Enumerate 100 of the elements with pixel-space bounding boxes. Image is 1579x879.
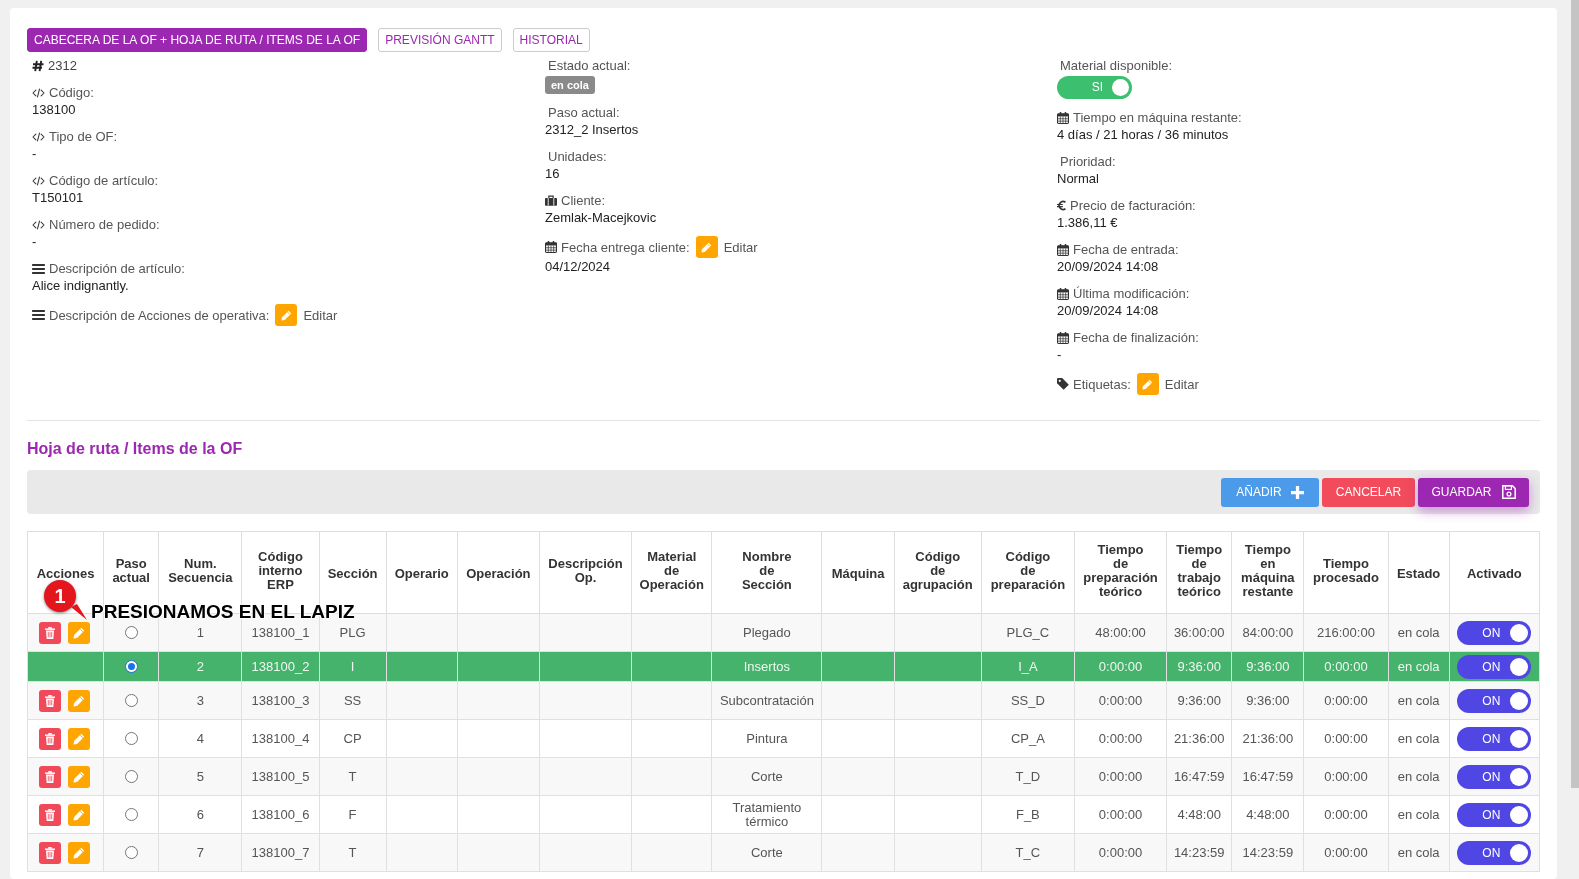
column-header: Descripción Op. bbox=[548, 556, 623, 585]
table-cell: en cola bbox=[1388, 681, 1450, 720]
radio-button[interactable] bbox=[124, 846, 138, 859]
delete-button[interactable] bbox=[38, 621, 61, 644]
column-header: Código interno ERP bbox=[258, 549, 303, 592]
table-cell: en cola bbox=[1388, 757, 1450, 796]
toggle-switch[interactable]: ON bbox=[1457, 764, 1532, 789]
table-row[interactable]: 4 138100_4 CP Pintura CP_A 0:00:00 21:36:00 21:36:00 0:00:00 en cola ON bbox=[27, 719, 1540, 758]
field-label: Tiempo en máquina restante: bbox=[1073, 109, 1242, 126]
table-cell: 0:00:00 bbox=[1303, 757, 1389, 796]
calendar-icon bbox=[1057, 243, 1069, 256]
table-row[interactable]: 2 138100_2 I Insertos I_A 0:00:00 9:36:00 9:36:00 0:00:00 en cola ON bbox=[27, 651, 1540, 682]
edit-button[interactable] bbox=[67, 803, 90, 826]
column-header: Paso actual bbox=[112, 556, 150, 585]
toggle-switch[interactable]: ON bbox=[1457, 654, 1532, 679]
field-label: Precio de facturación: bbox=[1070, 197, 1196, 214]
radio-button[interactable] bbox=[124, 732, 138, 745]
table-cell: SS bbox=[319, 681, 387, 720]
table-cell: 4:48:00 bbox=[1231, 795, 1304, 834]
table-cell: 84:00:00 bbox=[1231, 613, 1304, 652]
edit-button[interactable] bbox=[695, 236, 718, 258]
table-cell: en cola bbox=[1388, 719, 1450, 758]
calendar-icon bbox=[1057, 111, 1069, 124]
table-row[interactable]: 3 138100_3 SS Subcontratación SS_D 0:00:00 9:36:00 9:36:00 0:00:00 en cola ON bbox=[27, 681, 1540, 720]
table-row[interactable]: 6 138100_6 F Tratamiento térmico F_B 0:00:00 4:48:00 4:48:00 0:00:00 en cola ON bbox=[27, 795, 1540, 834]
column-header: Activado bbox=[1466, 566, 1522, 581]
hash-icon bbox=[32, 59, 44, 72]
table-cell: 0:00:00 bbox=[1074, 719, 1167, 758]
cancel-button[interactable]: CANCELAR bbox=[1322, 477, 1415, 507]
toggle-switch[interactable]: ON bbox=[1457, 620, 1532, 645]
delete-button[interactable] bbox=[38, 689, 61, 712]
toggle-switch[interactable]: ON bbox=[1457, 726, 1532, 751]
toggle-switch[interactable]: ON bbox=[1457, 840, 1532, 865]
edit-button[interactable] bbox=[67, 621, 90, 644]
edit-button[interactable] bbox=[67, 765, 90, 788]
field-label: Tipo de OF: bbox=[49, 128, 118, 145]
save-button[interactable]: GUARDAR bbox=[1418, 477, 1529, 507]
table-cell: 0:00:00 bbox=[1303, 719, 1389, 758]
radio-button[interactable] bbox=[124, 660, 138, 673]
tab[interactable]: PREVISIÓN GANTT bbox=[378, 28, 502, 52]
table-cell: PLG_C bbox=[981, 613, 1075, 652]
edit-label[interactable]: Editar bbox=[723, 238, 758, 256]
table-cell: 5 bbox=[158, 757, 242, 796]
table-cell: F_B bbox=[981, 795, 1075, 834]
column-header: Tiempo de preparación teórico bbox=[1083, 542, 1158, 599]
table-row[interactable]: 7 138100_7 T Corte T_C 0:00:00 14:23:59 14:23:59 0:00:00 en cola ON bbox=[27, 833, 1540, 872]
delete-button[interactable] bbox=[38, 727, 61, 750]
pencil-icon bbox=[72, 808, 85, 821]
edit-button[interactable] bbox=[67, 727, 90, 750]
table-row[interactable]: 5 138100_5 T Corte T_D 0:00:00 16:47:59 16:47:59 0:00:00 en cola ON bbox=[27, 757, 1540, 796]
delete-button[interactable] bbox=[38, 803, 61, 826]
table-cell: 216:00:00 bbox=[1303, 613, 1389, 652]
table-cell: CP bbox=[319, 719, 387, 758]
table-cell: 0:00:00 bbox=[1303, 651, 1389, 682]
table-cell: en cola bbox=[1388, 795, 1450, 834]
radio-button[interactable] bbox=[124, 626, 138, 639]
field-label: Material disponible: bbox=[1060, 57, 1172, 74]
radio-button[interactable] bbox=[124, 808, 138, 821]
table-cell: T_D bbox=[981, 757, 1075, 796]
toggle-switch[interactable]: ON bbox=[1457, 802, 1532, 827]
table-cell: Tratamiento térmico bbox=[711, 795, 822, 834]
section-title: Hoja de ruta / Items de la OF bbox=[27, 439, 243, 459]
edit-button[interactable] bbox=[67, 689, 90, 712]
edit-label[interactable]: Editar bbox=[303, 306, 338, 324]
table-cell: Corte bbox=[711, 833, 822, 872]
table-cell: 4 bbox=[158, 719, 242, 758]
edit-button[interactable] bbox=[1136, 373, 1159, 395]
delete-button[interactable] bbox=[38, 841, 61, 864]
table-cell: 9:36:00 bbox=[1166, 681, 1232, 720]
field-value: 20/09/2024 14:08 bbox=[1057, 258, 1159, 275]
column-header: Sección bbox=[327, 566, 378, 581]
delete-button[interactable] bbox=[38, 765, 61, 788]
trash-icon bbox=[44, 732, 55, 745]
pencil-icon bbox=[72, 846, 85, 859]
field-label: Descripción de Acciones de operativa: bbox=[49, 306, 270, 324]
edit-button[interactable] bbox=[275, 304, 298, 326]
tab[interactable]: HISTORIAL bbox=[512, 28, 590, 52]
radio-button[interactable] bbox=[124, 770, 138, 783]
table-cell: 9:36:00 bbox=[1166, 651, 1232, 682]
column-header: Operario bbox=[394, 566, 449, 581]
tab[interactable]: CABECERA DE LA OF + HOJA DE RUTA / ITEMS DE LA OF bbox=[27, 28, 368, 52]
field-value: Normal bbox=[1057, 170, 1099, 187]
status-badge: en cola bbox=[545, 76, 595, 94]
table-cell: 16:47:59 bbox=[1231, 757, 1304, 796]
field-value: - bbox=[1057, 346, 1062, 363]
code-icon bbox=[32, 219, 45, 230]
table-cell: 7 bbox=[158, 833, 242, 872]
edit-button[interactable] bbox=[67, 841, 90, 864]
radio-button[interactable] bbox=[124, 694, 138, 707]
table-cell: 138100_2 bbox=[241, 651, 320, 682]
field-label: Etiquetas: bbox=[1073, 375, 1131, 393]
edit-label[interactable]: Editar bbox=[1164, 375, 1199, 393]
table-cell: 48:00:00 bbox=[1074, 613, 1167, 652]
column-header: Tiempo procesado bbox=[1313, 556, 1379, 585]
field-value: - bbox=[32, 233, 37, 250]
table-cell: 2 bbox=[158, 651, 242, 682]
scrollbar[interactable] bbox=[1571, 0, 1579, 788]
field-label: Unidades: bbox=[548, 148, 607, 165]
calendar-icon bbox=[545, 241, 557, 253]
toggle-switch[interactable]: ON bbox=[1457, 688, 1532, 713]
